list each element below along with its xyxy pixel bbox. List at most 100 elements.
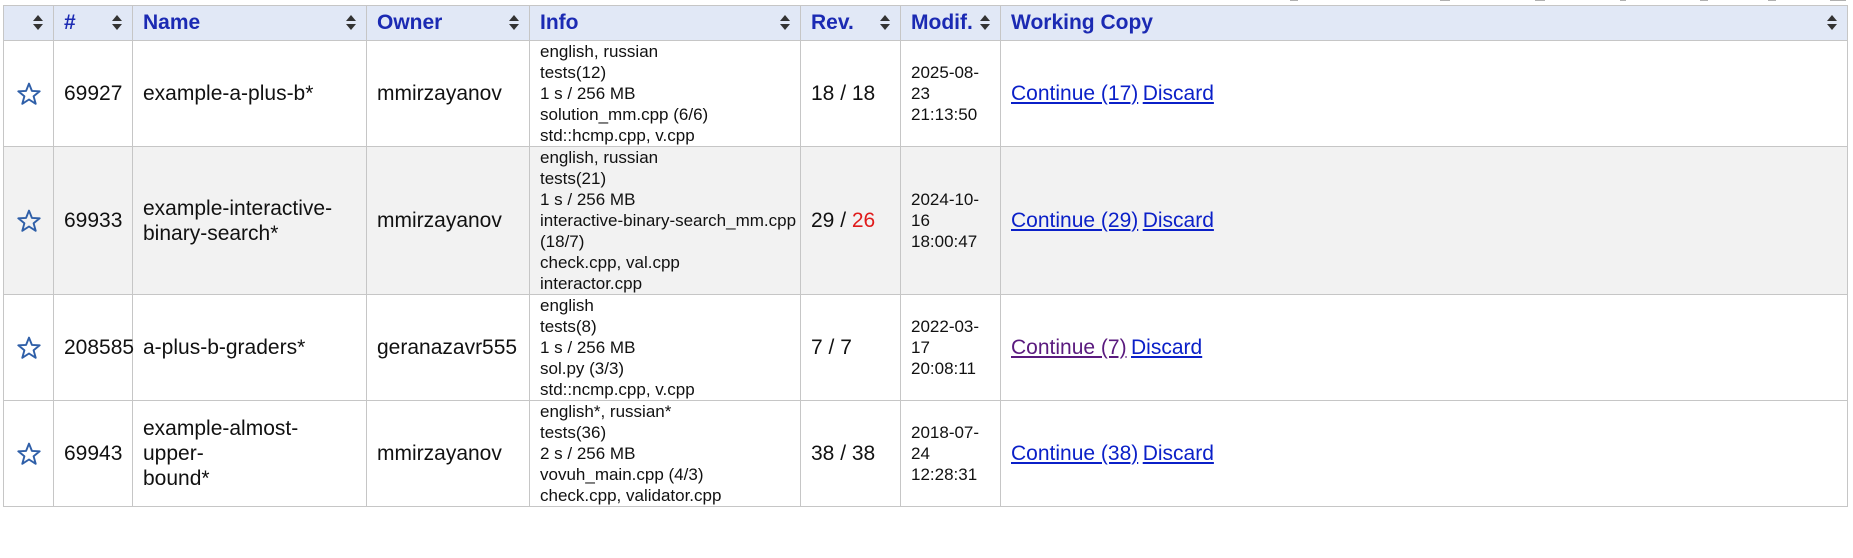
table-row: 69933 example-interactive- binary-search… bbox=[3, 146, 1848, 295]
problem-name: example-interactive- binary-search* bbox=[132, 146, 367, 295]
star-outline-icon[interactable] bbox=[4, 209, 53, 233]
sort-arrows-icon[interactable] bbox=[1827, 15, 1837, 31]
problem-info: english tests(8) 1 s / 256 MB sol.py (3/… bbox=[529, 294, 801, 401]
star-outline-icon[interactable] bbox=[4, 442, 53, 466]
favourite-cell bbox=[3, 294, 54, 401]
problem-id: 69933 bbox=[53, 146, 133, 295]
modified-time: 21:13:50 bbox=[911, 105, 978, 124]
revision-current: 29 bbox=[811, 209, 835, 232]
modified-date: 2025-08-23 bbox=[911, 63, 980, 103]
problem-name-line: example-a-plus-b* bbox=[143, 82, 314, 105]
problem-modified: 2025-08-23 21:13:50 bbox=[900, 40, 1001, 147]
problem-info: english, russian tests(12) 1 s / 256 MB … bbox=[529, 40, 801, 147]
problem-revision: 18 / 18 bbox=[800, 40, 901, 147]
problem-id: 208585 bbox=[53, 294, 134, 401]
discard-link[interactable]: Discard bbox=[1143, 442, 1214, 465]
column-header-modif-label: Modif. bbox=[911, 11, 973, 34]
modified-time: 12:28:31 bbox=[911, 465, 978, 484]
problem-name-line: example-interactive- bbox=[143, 196, 333, 220]
revision-separator: / bbox=[834, 442, 852, 465]
table-row: 69927 example-a-plus-b* mmirzayanov engl… bbox=[3, 40, 1848, 147]
discard-link[interactable]: Discard bbox=[1131, 336, 1202, 359]
problem-name-line: binary-search* bbox=[143, 221, 279, 245]
working-copy-actions: Continue (17) Discard bbox=[1000, 40, 1848, 147]
info-line: english*, russian* bbox=[540, 402, 672, 421]
column-header-name-label: Name bbox=[143, 11, 201, 34]
column-header-id[interactable]: # bbox=[53, 5, 133, 41]
info-line: (18/7) bbox=[540, 232, 585, 251]
problem-name: example-almost-upper- bound* bbox=[132, 400, 367, 507]
column-header-working-copy[interactable]: Working Copy bbox=[1000, 5, 1848, 41]
info-line: solution_mm.cpp (6/6) bbox=[540, 105, 709, 124]
info-line: 1 s / 256 MB bbox=[540, 190, 636, 209]
problem-owner: geranazavr555 bbox=[366, 294, 530, 401]
problems-table: # Name Owner Info Rev. Modif. Working Co… bbox=[3, 5, 1848, 507]
star-outline-icon[interactable] bbox=[4, 82, 53, 106]
info-line: tests(12) bbox=[540, 63, 607, 82]
problem-id: 69927 bbox=[53, 40, 133, 147]
sort-arrows-icon[interactable] bbox=[112, 15, 122, 31]
favourite-cell bbox=[3, 146, 54, 295]
column-header-owner[interactable]: Owner bbox=[366, 5, 530, 41]
sort-arrows-icon[interactable] bbox=[509, 15, 519, 31]
column-header-modif[interactable]: Modif. bbox=[900, 5, 1001, 41]
continue-link[interactable]: Continue (38) bbox=[1011, 442, 1138, 465]
modified-time: 18:00:47 bbox=[911, 232, 978, 251]
info-line: interactive-binary-search_mm.cpp bbox=[540, 211, 797, 230]
column-header-owner-label: Owner bbox=[377, 11, 443, 34]
column-header-working-copy-label: Working Copy bbox=[1011, 11, 1153, 34]
info-line: 1 s / 256 MB bbox=[540, 84, 636, 103]
column-header-rev[interactable]: Rev. bbox=[800, 5, 901, 41]
favourite-cell bbox=[3, 400, 54, 507]
working-copy-actions: Continue (38) Discard bbox=[1000, 400, 1848, 507]
column-header-id-label: # bbox=[64, 11, 76, 34]
problem-modified: 2018-07-24 12:28:31 bbox=[900, 400, 1001, 507]
continue-link[interactable]: Continue (7) bbox=[1011, 336, 1127, 359]
working-copy-actions: Continue (29) Discard bbox=[1000, 146, 1848, 295]
info-line: check.cpp, val.cpp bbox=[540, 253, 680, 272]
column-header-name[interactable]: Name bbox=[132, 5, 367, 41]
revision-latest: 38 bbox=[851, 442, 876, 465]
discard-link[interactable]: Discard bbox=[1143, 209, 1214, 232]
info-line: check.cpp, validator.cpp bbox=[540, 486, 722, 505]
info-line: std::ncmp.cpp, v.cpp bbox=[540, 380, 695, 399]
revision-current: 7 bbox=[811, 336, 823, 359]
info-line: 2 s / 256 MB bbox=[540, 444, 636, 463]
modified-date: 2024-10-16 bbox=[911, 190, 980, 230]
sort-arrows-icon[interactable] bbox=[980, 15, 990, 31]
problem-info: english*, russian* tests(36) 2 s / 256 M… bbox=[529, 400, 801, 507]
problem-revision: 7 / 7 bbox=[800, 294, 901, 401]
problem-name-line: bound* bbox=[143, 467, 210, 490]
revision-current: 18 bbox=[811, 82, 835, 105]
sort-arrows-icon[interactable] bbox=[780, 15, 790, 31]
problem-info: english, russian tests(21) 1 s / 256 MB … bbox=[529, 146, 801, 295]
info-line: english, russian bbox=[540, 148, 659, 167]
column-header-star[interactable] bbox=[3, 5, 54, 41]
problem-owner: mmirzayanov bbox=[366, 146, 530, 295]
discard-link[interactable]: Discard bbox=[1143, 82, 1214, 105]
problem-name-line: example-almost-upper- bbox=[143, 417, 299, 465]
sort-arrows-icon[interactable] bbox=[880, 15, 890, 31]
problem-revision: 38 / 38 bbox=[800, 400, 901, 507]
problem-name: a-plus-b-graders* bbox=[132, 294, 367, 401]
column-header-info[interactable]: Info bbox=[529, 5, 801, 41]
revision-latest: 26 bbox=[851, 209, 876, 232]
info-line: 1 s / 256 MB bbox=[540, 338, 636, 357]
continue-link[interactable]: Continue (17) bbox=[1011, 82, 1138, 105]
continue-link[interactable]: Continue (29) bbox=[1011, 209, 1138, 232]
star-outline-icon[interactable] bbox=[4, 336, 53, 360]
column-header-rev-label: Rev. bbox=[811, 11, 854, 34]
problem-name: example-a-plus-b* bbox=[132, 40, 367, 147]
revision-latest: 7 bbox=[840, 336, 852, 359]
info-line: english, russian bbox=[540, 42, 659, 61]
info-line: english bbox=[540, 296, 594, 315]
revision-separator: / bbox=[834, 209, 852, 232]
sort-arrows-icon[interactable] bbox=[33, 15, 43, 31]
info-line: tests(21) bbox=[540, 169, 607, 188]
problem-owner: mmirzayanov bbox=[366, 400, 530, 507]
info-line: std::hcmp.cpp, v.cpp bbox=[540, 126, 695, 145]
table-row: 69943 example-almost-upper- bound* mmirz… bbox=[3, 400, 1848, 507]
sort-arrows-icon[interactable] bbox=[346, 15, 356, 31]
modified-time: 20:08:11 bbox=[911, 359, 976, 378]
info-line: vovuh_main.cpp (4/3) bbox=[540, 465, 704, 484]
